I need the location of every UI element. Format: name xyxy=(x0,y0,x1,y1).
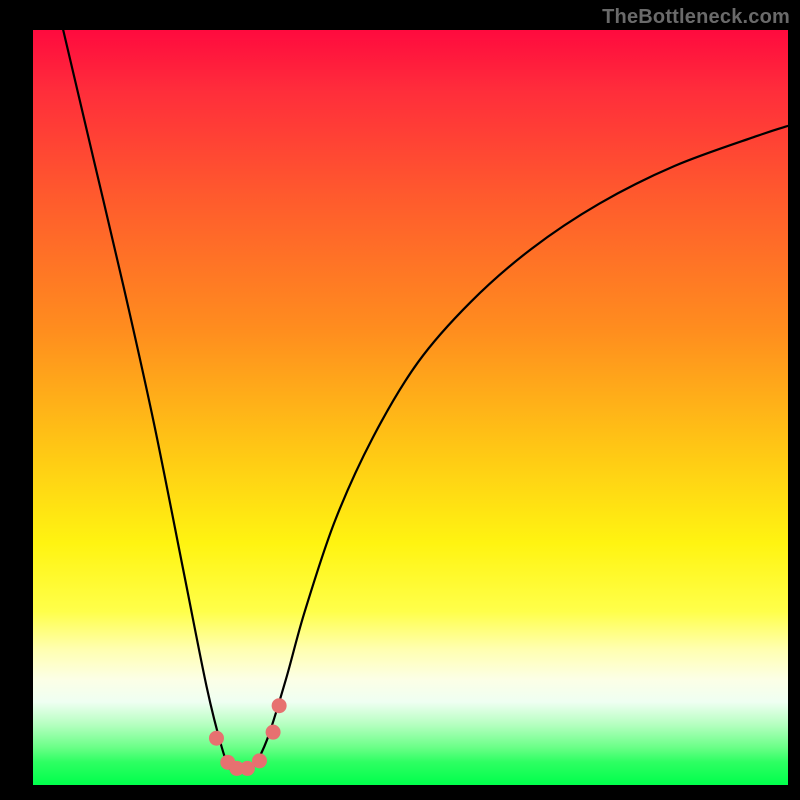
watermark-text: TheBottleneck.com xyxy=(602,6,790,29)
curve-marker xyxy=(266,725,281,740)
bottleneck-curve xyxy=(63,30,788,772)
curve-marker xyxy=(272,698,287,713)
chart-plot-area xyxy=(33,30,788,785)
curve-marker xyxy=(209,731,224,746)
chart-svg xyxy=(33,30,788,785)
curve-marker xyxy=(252,753,267,768)
curve-markers xyxy=(209,698,287,776)
